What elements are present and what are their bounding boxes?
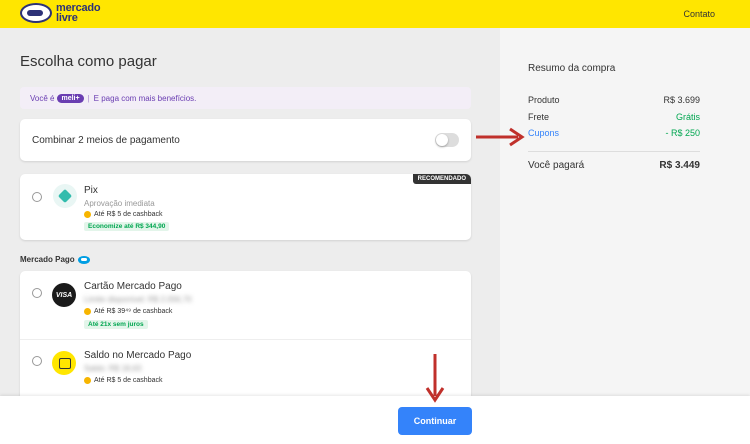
combine-payment-toggle[interactable] [435,133,459,147]
option-divider [20,339,471,340]
mp-balance-amount: Saldo: R$ 18,63 [84,364,142,373]
handshake-icon [20,3,52,23]
annotation-arrow-down-icon [425,354,445,403]
meli-plus-badge: meli+ [57,93,84,103]
combine-payment-card[interactable]: Combinar 2 meios de pagamento [20,119,471,161]
pix-subtitle: Aprovação imediata [84,199,155,208]
mercado-pago-section-label: Mercado Pago [20,255,90,264]
summary-row-shipping: Frete Grátis [528,112,700,122]
summary-title: Resumo da compra [528,63,616,74]
annotation-arrow-right-icon [476,127,525,147]
combine-payment-label: Combinar 2 meios de pagamento [32,135,180,146]
mp-card-cashback: Até R$ 39⁴⁹ de cashback [94,308,173,315]
mp-balance-radio[interactable] [32,356,42,366]
pix-name: Pix [84,185,98,196]
pix-radio[interactable] [32,192,42,202]
mercado-pago-options-card: VISA Cartão Mercado Pago Limite disponív… [20,271,471,396]
mp-balance-name: Saldo no Mercado Pago [84,350,192,361]
visa-card-icon: VISA [52,283,76,307]
mp-balance-cashback: Até R$ 5 de cashback [94,377,163,384]
cashback-coin-icon [84,308,91,315]
order-summary-panel [500,28,750,396]
meli-plus-banner: Você é meli+ | E paga com mais benefício… [20,87,471,109]
page-title: Escolha como pagar [20,53,157,70]
pix-icon [53,184,77,208]
cashback-coin-icon [84,377,91,384]
promo-prefix: Você é [30,93,55,103]
top-header: mercado livre Contato [0,0,750,28]
mp-card-name: Cartão Mercado Pago [84,281,182,292]
pix-cashback: Até R$ 5 de cashback [94,211,163,218]
continue-button[interactable]: Continuar [398,407,472,435]
logo-text-line2: livre [56,12,78,24]
recommended-badge: RECOMENDADO [412,174,471,184]
mercado-pago-icon [77,255,90,264]
coupons-link[interactable]: Cupons [528,128,559,138]
summary-row-coupons: Cupons - R$ 250 [528,128,700,138]
mp-card-limit: Limite disponível: R$ 2.056,70 [84,295,192,304]
summary-divider [528,151,700,152]
contact-link[interactable]: Contato [683,9,715,19]
summary-total: Você pagará R$ 3.449 [528,160,700,171]
mercado-livre-logo[interactable]: mercado livre [20,3,101,24]
pix-savings-badge: Economize até R$ 344,90 [84,222,170,231]
mp-card-radio[interactable] [32,288,42,298]
promo-text: E paga com mais benefícios. [93,93,197,103]
mp-card-installments-badge: Até 21x sem juros [84,320,148,329]
promo-separator: | [87,93,90,103]
summary-row-product: Produto R$ 3.699 [528,95,700,105]
wallet-icon [52,351,76,375]
checkout-footer: Continuar [0,396,750,444]
payment-option-pix[interactable]: RECOMENDADO Pix Aprovação imediata Até R… [20,174,471,240]
cashback-coin-icon [84,211,91,218]
